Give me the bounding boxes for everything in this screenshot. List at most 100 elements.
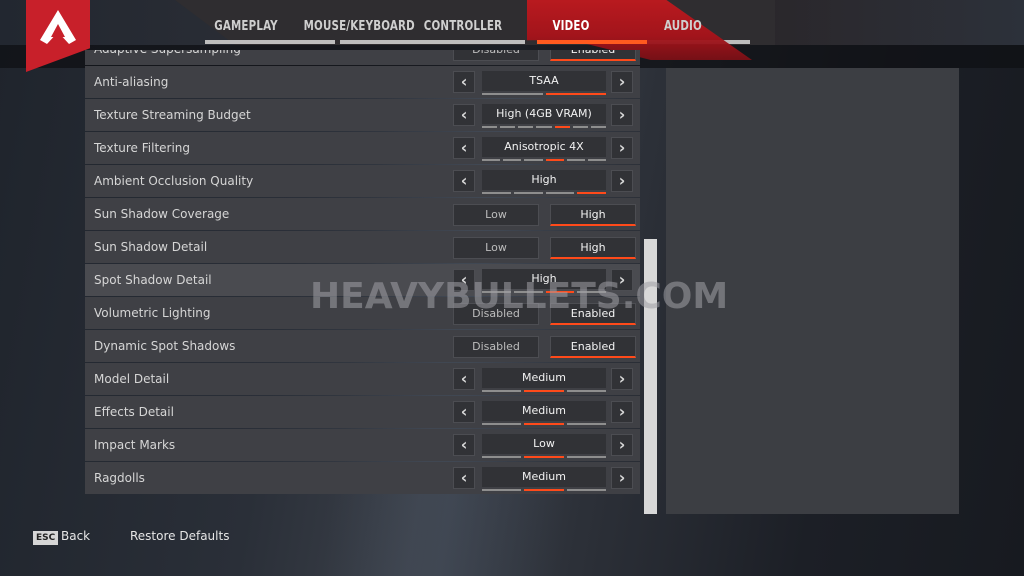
level-segment xyxy=(482,456,522,458)
chevron-left-icon[interactable]: ‹ xyxy=(453,104,475,126)
setting-row-model-detail[interactable]: Model Detail ‹ Medium › xyxy=(85,363,640,395)
setting-row-sun-shadow-detail[interactable]: Sun Shadow Detail Low High xyxy=(85,231,640,263)
setting-value: High xyxy=(482,170,606,190)
restore-defaults-button[interactable]: Restore Defaults xyxy=(130,529,229,543)
setting-row-ambient-occlusion-quality[interactable]: Ambient Occlusion Quality ‹ High › xyxy=(85,165,640,197)
chevron-left-icon[interactable]: ‹ xyxy=(453,71,475,93)
setting-value: Low xyxy=(482,434,606,454)
setting-row-ragdolls[interactable]: Ragdolls ‹ Medium › xyxy=(85,462,640,494)
setting-value: High xyxy=(482,269,606,289)
chevron-right-icon[interactable]: › xyxy=(611,368,633,390)
setting-row-spot-shadow-detail[interactable]: Spot Shadow Detail ‹ High › xyxy=(85,264,640,296)
tab-video[interactable]: VIDEO xyxy=(539,0,602,45)
chevron-right-icon[interactable]: › xyxy=(611,104,633,126)
option-low[interactable]: Low xyxy=(453,237,539,259)
chevron-left-icon[interactable]: ‹ xyxy=(453,368,475,390)
setting-label: Model Detail xyxy=(94,372,170,386)
option-disabled[interactable]: Disabled xyxy=(453,303,539,325)
level-segment xyxy=(545,93,606,95)
setting-row-texture-filtering[interactable]: Texture Filtering ‹ Anisotropic 4X › xyxy=(85,132,640,164)
chevron-left-icon[interactable]: ‹ xyxy=(453,137,475,159)
level-segment xyxy=(566,489,606,491)
chevron-left-icon[interactable]: ‹ xyxy=(453,467,475,489)
setting-row-impact-marks[interactable]: Impact Marks ‹ Low › xyxy=(85,429,640,461)
level-indicator xyxy=(482,291,606,293)
setting-label: Anti-aliasing xyxy=(94,75,169,89)
level-segment xyxy=(545,192,575,194)
level-segment xyxy=(500,126,516,128)
level-segment xyxy=(482,192,511,194)
footer-bar: ESC Back Restore Defaults xyxy=(0,525,1024,550)
chevron-right-icon[interactable]: › xyxy=(611,137,633,159)
level-segment xyxy=(513,291,543,293)
setting-row-volumetric-lighting[interactable]: Volumetric Lighting Disabled Enabled xyxy=(85,297,640,329)
level-segment xyxy=(536,126,552,128)
level-segment xyxy=(566,159,585,161)
setting-label: Spot Shadow Detail xyxy=(94,273,212,287)
tab-controller[interactable]: CONTROLLER xyxy=(423,0,504,45)
level-segment xyxy=(482,93,543,95)
setting-label: Sun Shadow Detail xyxy=(94,240,208,254)
tab-audio[interactable]: AUDIO xyxy=(657,0,710,45)
option-enabled[interactable]: Enabled xyxy=(550,50,636,61)
level-indicator xyxy=(482,390,606,392)
level-segment xyxy=(566,390,606,392)
setting-row-sun-shadow-coverage[interactable]: Sun Shadow Coverage Low High xyxy=(85,198,640,230)
level-indicator xyxy=(482,423,606,425)
option-low[interactable]: Low xyxy=(453,204,539,226)
option-disabled[interactable]: Disabled xyxy=(453,336,539,358)
level-segment xyxy=(482,291,511,293)
chevron-right-icon[interactable]: › xyxy=(611,434,633,456)
option-enabled[interactable]: Enabled xyxy=(550,303,636,325)
level-segment xyxy=(524,423,564,425)
level-segment xyxy=(524,390,564,392)
chevron-right-icon[interactable]: › xyxy=(611,71,633,93)
level-indicator xyxy=(482,456,606,458)
option-enabled[interactable]: Enabled xyxy=(550,336,636,358)
level-segment xyxy=(482,159,501,161)
scrollbar-thumb[interactable] xyxy=(644,239,657,514)
setting-value: High (4GB VRAM) xyxy=(482,104,606,124)
chevron-left-icon[interactable]: ‹ xyxy=(453,434,475,456)
option-high[interactable]: High xyxy=(550,237,636,259)
back-button[interactable]: Back xyxy=(61,529,90,543)
esc-key-icon: ESC xyxy=(33,531,59,545)
chevron-right-icon[interactable]: › xyxy=(611,467,633,489)
chevron-left-icon[interactable]: ‹ xyxy=(453,170,475,192)
setting-description-panel xyxy=(666,68,959,514)
tab-mouse-keyboard[interactable]: MOUSE/KEYBOARD xyxy=(304,0,415,45)
setting-row-anti-aliasing[interactable]: Anti-aliasing ‹ TSAA › xyxy=(85,66,640,98)
setting-label: Ambient Occlusion Quality xyxy=(94,174,254,188)
level-indicator xyxy=(482,126,606,128)
level-segment xyxy=(524,159,543,161)
setting-label: Impact Marks xyxy=(94,438,176,452)
option-disabled[interactable]: Disabled xyxy=(453,50,539,61)
level-segment xyxy=(524,456,564,458)
chevron-right-icon[interactable]: › xyxy=(611,170,633,192)
setting-row-dynamic-spot-shadows[interactable]: Dynamic Spot Shadows Disabled Enabled xyxy=(85,330,640,362)
chevron-left-icon[interactable]: ‹ xyxy=(453,401,475,423)
option-high[interactable]: High xyxy=(550,204,636,226)
setting-label: Volumetric Lighting xyxy=(94,306,211,320)
level-segment xyxy=(545,159,564,161)
tab-gameplay[interactable]: GAMEPLAY xyxy=(210,0,282,45)
setting-value: Medium xyxy=(482,368,606,388)
setting-label: Dynamic Spot Shadows xyxy=(94,339,236,353)
level-segment xyxy=(554,126,570,128)
chevron-right-icon[interactable]: › xyxy=(611,401,633,423)
level-segment xyxy=(590,126,606,128)
setting-row-adaptive-supersampling[interactable]: Adaptive Supersampling Disabled Enabled xyxy=(85,50,640,65)
chevron-right-icon[interactable]: › xyxy=(611,269,633,291)
level-indicator xyxy=(482,159,607,161)
level-segment xyxy=(482,423,522,425)
setting-value: Anisotropic 4X xyxy=(482,137,606,157)
setting-row-effects-detail[interactable]: Effects Detail ‹ Medium › xyxy=(85,396,640,428)
setting-label: Texture Streaming Budget xyxy=(94,108,251,122)
setting-row-texture-streaming-budget[interactable]: Texture Streaming Budget ‹ High (4GB VRAM)… xyxy=(85,99,640,131)
setting-value: Medium xyxy=(482,467,606,487)
level-segment xyxy=(577,192,606,194)
level-segment xyxy=(503,159,522,161)
level-segment xyxy=(566,423,606,425)
level-segment xyxy=(577,291,606,293)
chevron-left-icon[interactable]: ‹ xyxy=(453,269,475,291)
